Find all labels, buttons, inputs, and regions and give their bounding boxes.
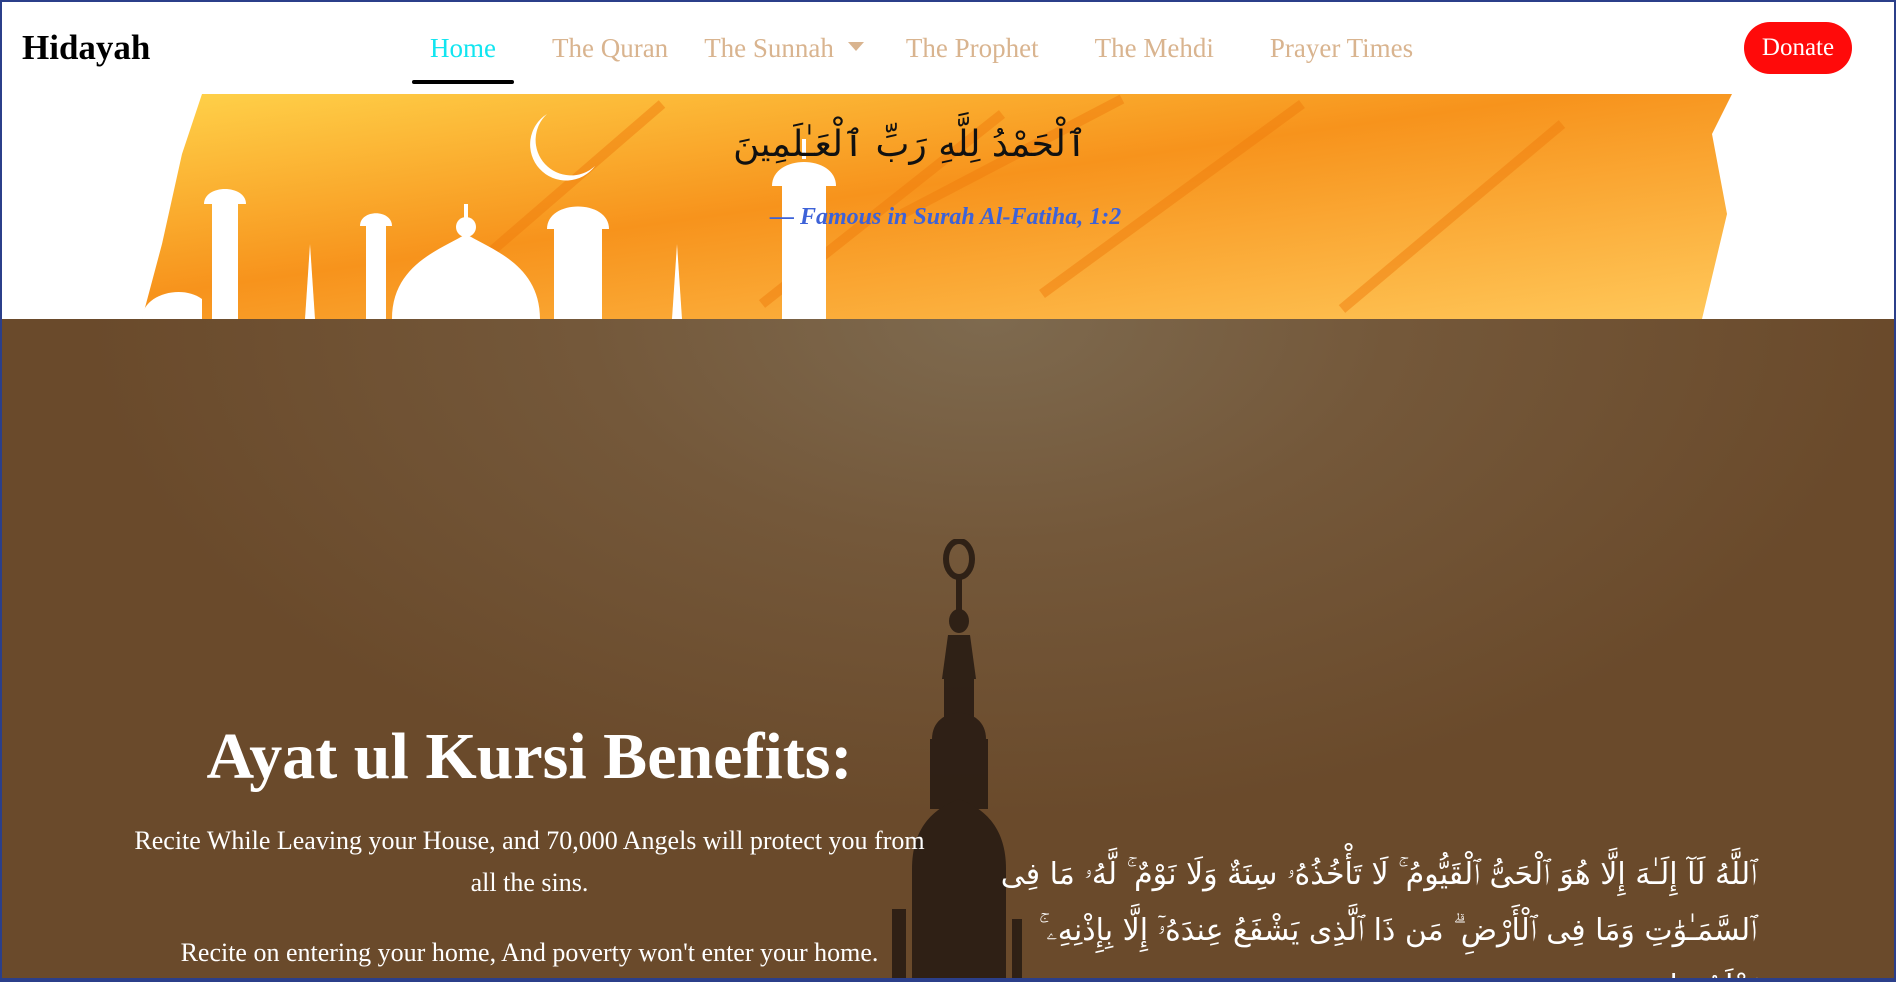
ayat-ul-kursi-text: ٱللَّهُ لَآ إِلَـٰهَ إِلَّا هُوَ ٱلْحَىُ… [1000, 857, 1757, 978]
benefit-entering-home: Recite on entering your home, And povert… [180, 938, 879, 967]
nav-the-sunnah-label: The Sunnah [704, 33, 834, 63]
nav-home[interactable]: Home [412, 2, 514, 84]
nav-prayer-times[interactable]: Prayer Times [1252, 2, 1431, 84]
chevron-down-icon[interactable] [847, 42, 864, 51]
banner-arabic-verse: ٱلْحَمْدُ لِلَّهِ رَبِّ ٱلْعَـٰلَمِينَ [733, 124, 1087, 165]
nav-the-sunnah[interactable]: The Sunnah [686, 2, 882, 84]
nav-the-mehdi[interactable]: The Mehdi [1077, 2, 1232, 84]
donate-button[interactable]: Donate [1744, 22, 1852, 74]
navbar: Hidayah Home The Quran The Sunnah The Pr… [2, 2, 1894, 94]
banner-citation: — Famous in Surah Al-Fatiha, 1:2 [770, 204, 1122, 230]
brand-logo[interactable]: Hidayah [22, 28, 150, 68]
hero-title: Ayat ul Kursi Benefits: [206, 720, 853, 793]
hero-section: Ayat ul Kursi Benefits: Recite While Lea… [2, 319, 1894, 978]
browser-viewport: Hidayah Home The Quran The Sunnah The Pr… [0, 0, 1896, 982]
main-nav: Home The Quran The Sunnah The Prophet Th… [412, 2, 1431, 94]
benefit-leaving-house: Recite While Leaving your House, and 70,… [134, 826, 925, 897]
quote-banner: ٱلْحَمْدُ لِلَّهِ رَبِّ ٱلْعَـٰلَمِينَ —… [2, 94, 1894, 319]
nav-the-prophet[interactable]: The Prophet [888, 2, 1057, 84]
nav-the-quran[interactable]: The Quran [534, 2, 686, 84]
